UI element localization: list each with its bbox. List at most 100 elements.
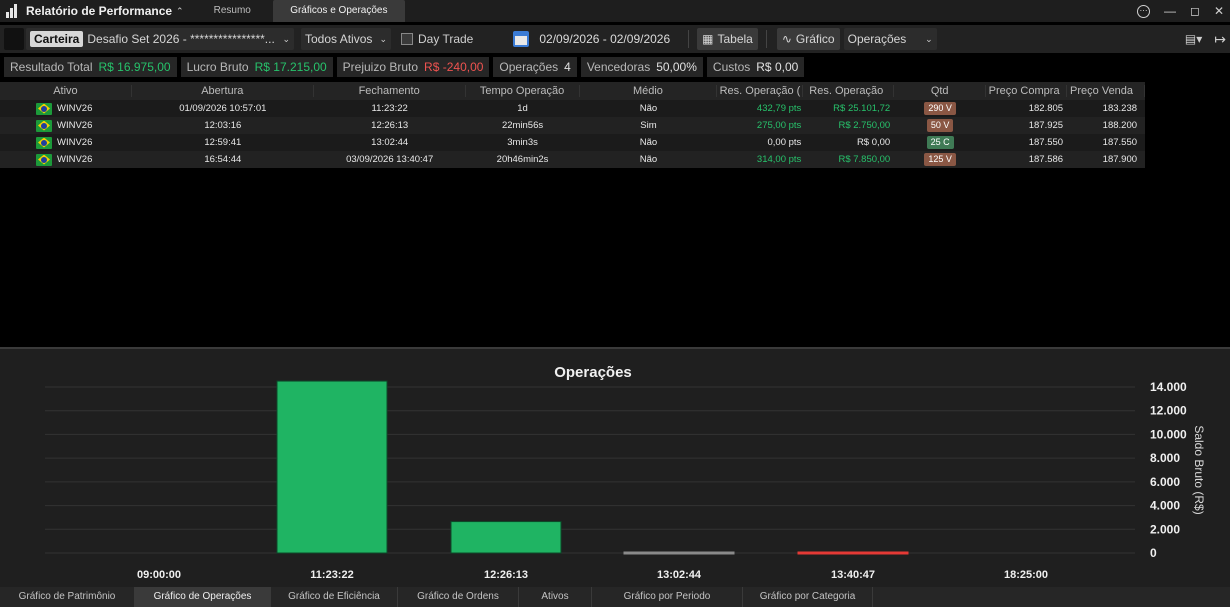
cell-medio: Não [639, 154, 658, 165]
cell-res-pts: 432,79 pts [756, 103, 802, 114]
bar-130244 [623, 551, 735, 555]
y-tick-label: 0 [1150, 546, 1157, 560]
table-row[interactable]: WINV26 12:59:41 13:02:44 3min3s Não 0,00… [0, 134, 1145, 151]
tab-resumo[interactable]: Resumo [202, 0, 263, 22]
bar-122613 [450, 521, 562, 554]
summary-item: Operações 4 [493, 57, 577, 77]
y-tick-label: 8.000 [1150, 451, 1180, 465]
ativo-text: WINV26 [57, 154, 93, 165]
cell-ativo: WINV26 [0, 136, 132, 149]
maximize-icon[interactable]: ◻ [1190, 4, 1200, 18]
table-row[interactable]: WINV26 12:03:16 12:26:13 22min56s Sim 27… [0, 117, 1145, 134]
bottom-tab[interactable]: Gráfico de Eficiência [271, 587, 398, 607]
summary-item: Vencedoras 50,00% [580, 57, 703, 77]
col-res-rs[interactable]: Res. Operação [803, 85, 895, 97]
col-preco-compra[interactable]: Preço Compra [986, 85, 1068, 97]
ativo-text: WINV26 [57, 103, 93, 114]
summary-value: R$ 17.215,00 [254, 60, 327, 74]
brazil-flag-icon [36, 153, 52, 166]
table-icon: ▦ [702, 32, 714, 46]
bottom-tab[interactable]: Gráfico de Operações [135, 587, 271, 607]
window-controls: ⋯ — ◻ ✕ [1136, 0, 1224, 22]
line-chart-icon: ∿ [781, 32, 792, 46]
date-range[interactable]: 02/09/2026 - 02/09/2026 [539, 32, 670, 46]
more-options-icon[interactable]: ⋯ [1136, 4, 1150, 18]
summary-label: Resultado Total [10, 60, 93, 74]
bottom-tabs: Gráfico de Patrimônio Gráfico de Operaçõe… [0, 587, 1230, 607]
bar-112322 [276, 380, 388, 554]
toolbar: Carteira Desafio Set 2026 - ************… [0, 25, 1230, 53]
y-tick-label: 14.000 [1150, 380, 1187, 394]
bottom-tab[interactable]: Gráfico de Ordens [398, 587, 519, 607]
x-tick-label: 09:00:00 [137, 569, 181, 581]
col-abertura[interactable]: Abertura [132, 85, 314, 97]
col-medio[interactable]: Médio [580, 85, 718, 97]
col-res-pts[interactable]: Res. Operação ( [717, 85, 804, 97]
minimize-icon[interactable]: — [1164, 4, 1176, 18]
table-row[interactable]: WINV26 01/09/2026 10:57:01 11:23:22 1d N… [0, 100, 1145, 117]
summary-value: R$ -240,00 [424, 60, 484, 74]
chevron-up-icon[interactable]: ⌃ [176, 6, 184, 17]
cell-preco-compra: 187.550 [1028, 137, 1064, 148]
qtd-badge: 50 V [926, 119, 954, 132]
cell-preco-venda: 187.550 [1102, 137, 1138, 148]
x-tick-label: 11:23:22 [310, 569, 353, 581]
cell-ativo: WINV26 [0, 153, 132, 166]
grafico-button[interactable]: ∿ Gráfico [776, 28, 840, 50]
bottom-tab[interactable]: Ativos [519, 587, 592, 607]
summary-label: Vencedoras [586, 60, 651, 74]
bottom-tab[interactable]: Gráfico por Periodo [592, 587, 743, 607]
close-icon[interactable]: ✕ [1214, 4, 1224, 18]
cell-tempo: 22min56s [501, 120, 544, 131]
daytrade-label: Day Trade [418, 32, 474, 46]
operacoes-select[interactable]: Operações ⌄ [843, 28, 937, 50]
chart-title: Operações [554, 364, 632, 381]
logout-icon[interactable]: ↦ [1214, 31, 1226, 48]
bottom-tab[interactable]: Gráfico por Categoria [743, 587, 873, 607]
cell-preco-compra: 182.805 [1028, 103, 1064, 114]
divider [688, 30, 690, 48]
ativos-select[interactable]: Todos Ativos ⌄ [301, 28, 391, 50]
col-tempo[interactable]: Tempo Operação [466, 85, 580, 97]
cell-preco-venda: 187.900 [1102, 154, 1138, 165]
brazil-flag-icon [36, 119, 52, 132]
tab-graficos-operacoes[interactable]: Gráficos e Operações [272, 0, 405, 22]
table-row[interactable]: WINV26 16:54:44 03/09/2026 13:40:47 20h4… [0, 151, 1145, 168]
cell-preco-compra: 187.925 [1028, 120, 1064, 131]
y-tick-label: 4.000 [1150, 499, 1180, 513]
calendar-icon[interactable] [513, 31, 530, 47]
x-tick-label: 12:26:13 [484, 569, 528, 581]
qtd-badge: 25 C [926, 136, 954, 149]
cell-res-rs: R$ 0,00 [856, 137, 891, 148]
ativo-text: WINV26 [57, 137, 93, 148]
color-swatch[interactable] [4, 28, 24, 50]
daytrade-checkbox[interactable] [401, 33, 413, 45]
daytrade-toggle[interactable]: Day Trade [401, 32, 473, 46]
cell-ativo: WINV26 [0, 119, 132, 132]
right-tools: ▤▾ ↦ [1185, 25, 1226, 53]
chart-panel: Operações 14.000 12.000 10.000 8.000 6.000 4.0… [0, 347, 1230, 587]
col-ativo[interactable]: Ativo [0, 85, 132, 97]
export-icon[interactable]: ▤▾ [1185, 32, 1202, 46]
tabela-label: Tabela [717, 32, 753, 46]
cell-fechamento: 12:26:13 [371, 120, 409, 131]
col-qtd[interactable]: Qtd [894, 85, 987, 97]
carteira-select[interactable]: Carteira Desafio Set 2026 - ************… [26, 28, 294, 50]
tabela-button[interactable]: ▦ Tabela [697, 28, 758, 50]
cell-abertura: 12:59:41 [204, 137, 242, 148]
col-preco-venda[interactable]: Preço Venda [1067, 85, 1146, 97]
col-fechamento[interactable]: Fechamento [314, 85, 466, 97]
cell-medio: Sim [640, 120, 657, 131]
summary-item: Lucro Bruto R$ 17.215,00 [180, 57, 333, 77]
cell-fechamento: 11:23:22 [371, 103, 408, 114]
summary-item: Custos R$ 0,00 [706, 57, 805, 77]
cell-tempo: 20h46min2s [496, 154, 549, 165]
bar-134047 [797, 551, 909, 555]
y-tick-label: 2.000 [1150, 522, 1180, 536]
y-axis-label: Saldo Bruto (R$) [1192, 425, 1206, 514]
bottom-tab[interactable]: Gráfico de Patrimônio [0, 587, 135, 607]
operations-table: Ativo Abertura Fechamento Tempo Operação… [0, 82, 1146, 168]
brazil-flag-icon [36, 136, 52, 149]
cell-medio: Não [639, 137, 658, 148]
table-header: Ativo Abertura Fechamento Tempo Operação… [0, 82, 1146, 100]
